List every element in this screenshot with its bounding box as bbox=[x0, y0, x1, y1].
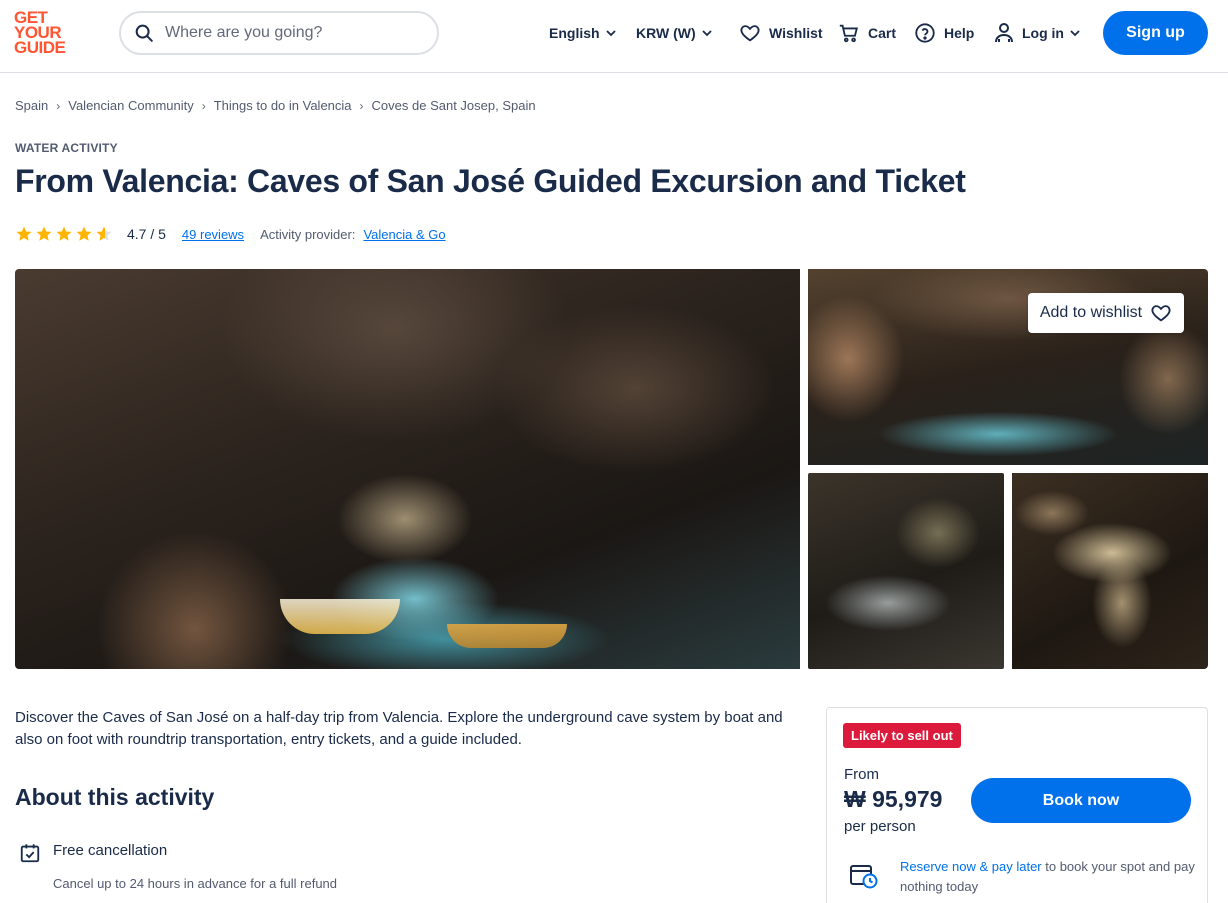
breadcrumb-separator: › bbox=[56, 98, 61, 113]
star-icon bbox=[16, 226, 32, 241]
search-icon bbox=[135, 24, 153, 42]
booking-card: Likely to sell out From ₩ 95,979 per per… bbox=[826, 707, 1208, 903]
wishlist-link[interactable]: Wishlist bbox=[739, 20, 823, 46]
star-icon bbox=[36, 226, 52, 241]
breadcrumb-item-valencian-community[interactable]: Valencian Community bbox=[68, 98, 193, 113]
rating-value: 4.7 / 5 bbox=[127, 226, 166, 242]
login-label: Log in bbox=[1022, 25, 1064, 41]
breadcrumb-separator: › bbox=[201, 98, 206, 113]
price-from-label: From bbox=[844, 766, 879, 783]
reserve-now-link[interactable]: Reserve now & pay later bbox=[900, 859, 1042, 874]
page-title: From Valencia: Caves of San José Guided … bbox=[15, 163, 966, 199]
heart-icon bbox=[1151, 305, 1171, 322]
login-menu[interactable]: Log in bbox=[994, 20, 1082, 46]
star-icon bbox=[76, 226, 92, 241]
breadcrumb: Spain › Valencian Community › Things to … bbox=[15, 98, 536, 113]
calendar-check-icon bbox=[20, 844, 40, 863]
star-rating bbox=[15, 225, 113, 243]
book-now-button[interactable]: Book now bbox=[971, 778, 1191, 823]
gallery-image-4[interactable] bbox=[1012, 473, 1208, 669]
help-link[interactable]: Help bbox=[914, 20, 974, 46]
chevron-down-icon bbox=[701, 30, 712, 37]
currency-selector[interactable]: KRW (W) bbox=[636, 20, 714, 46]
gallery-main-image[interactable] bbox=[15, 269, 800, 669]
sell-out-badge: Likely to sell out bbox=[843, 723, 961, 748]
cart-label: Cart bbox=[868, 25, 897, 41]
star-icon bbox=[56, 226, 72, 241]
cart-icon bbox=[839, 24, 858, 43]
search-box[interactable] bbox=[119, 11, 439, 55]
activity-description: Discover the Caves of San José on a half… bbox=[15, 709, 783, 748]
reserve-info: Reserve now & pay later to book your spo… bbox=[900, 857, 1200, 897]
add-to-wishlist-label: Add to wishlist bbox=[1039, 304, 1143, 321]
help-icon bbox=[915, 23, 935, 43]
language-label: English bbox=[549, 25, 600, 41]
about-heading: About this activity bbox=[15, 784, 215, 810]
chevron-down-icon bbox=[605, 30, 616, 37]
rating-row: 4.7 / 5 49 reviews Activity provider: Va… bbox=[15, 224, 446, 244]
search-input[interactable] bbox=[165, 24, 415, 42]
getyourguide-logo[interactable]: GET YOUR GUIDE bbox=[14, 9, 74, 58]
add-to-wishlist-button[interactable]: Add to wishlist bbox=[1028, 293, 1184, 333]
currency-label: KRW (W) bbox=[636, 25, 696, 41]
logo-line-3: GUIDE bbox=[14, 38, 66, 57]
half-star-icon bbox=[96, 226, 112, 241]
help-label: Help bbox=[944, 25, 975, 41]
boat-shape bbox=[280, 599, 400, 634]
feature-title: Free cancellation bbox=[53, 842, 168, 859]
breadcrumb-separator: › bbox=[359, 98, 364, 113]
signup-button[interactable]: Sign up bbox=[1103, 11, 1208, 55]
price-per-label: per person bbox=[844, 818, 916, 835]
calendar-clock-icon bbox=[850, 865, 878, 889]
chevron-down-icon bbox=[1070, 30, 1080, 37]
feature-subtitle: Cancel up to 24 hours in advance for a f… bbox=[53, 876, 338, 891]
breadcrumb-item-coves[interactable]: Coves de Sant Josep, Spain bbox=[372, 98, 536, 113]
reviews-link[interactable]: 49 reviews bbox=[182, 227, 244, 242]
activity-category: WATER ACTIVITY bbox=[15, 141, 118, 155]
gallery-image-3[interactable] bbox=[808, 473, 1004, 669]
breadcrumb-item-things-to-do[interactable]: Things to do in Valencia bbox=[214, 98, 352, 113]
heart-icon bbox=[740, 25, 760, 42]
cart-link[interactable]: Cart bbox=[838, 20, 896, 46]
provider-link[interactable]: Valencia & Go bbox=[363, 227, 445, 242]
provider-label: Activity provider: bbox=[260, 226, 356, 242]
price-value: ₩ 95,979 bbox=[844, 786, 943, 812]
top-header: GET YOUR GUIDE English KRW (W) Wishlist … bbox=[0, 0, 1228, 73]
user-icon bbox=[995, 23, 1013, 43]
breadcrumb-item-spain[interactable]: Spain bbox=[15, 98, 48, 113]
wishlist-label: Wishlist bbox=[769, 25, 823, 41]
language-selector[interactable]: English bbox=[549, 20, 618, 46]
boat-shape bbox=[447, 624, 567, 648]
